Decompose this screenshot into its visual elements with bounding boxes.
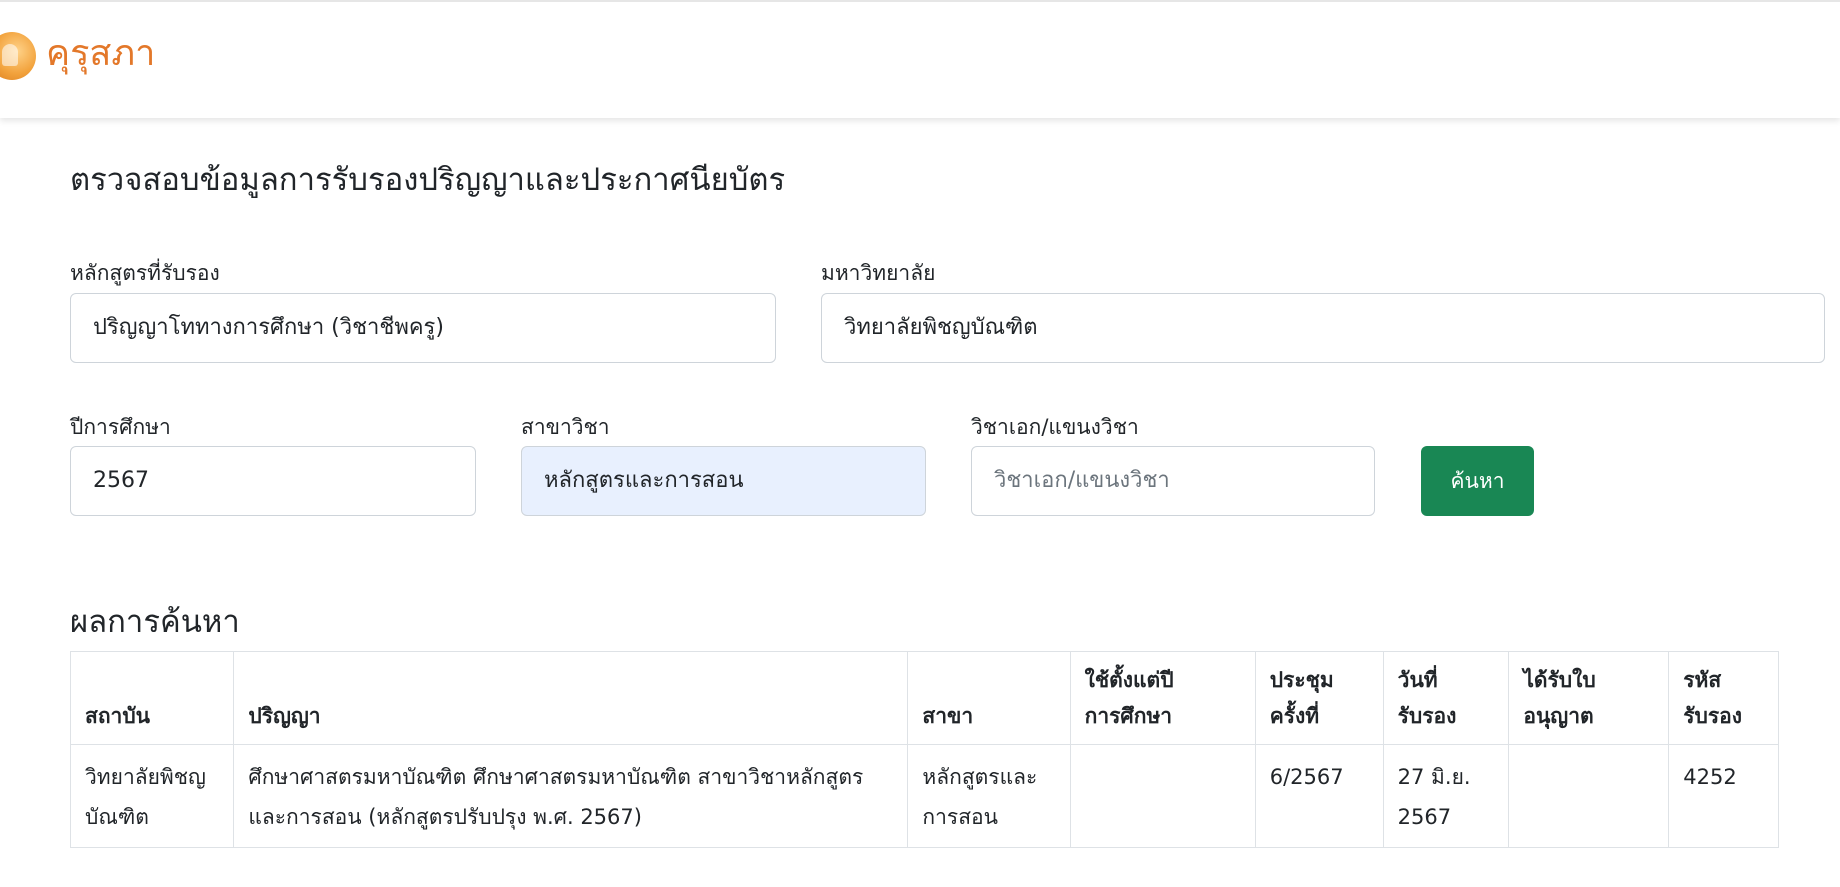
results-title: ผลการค้นหา	[70, 604, 240, 640]
header-license: ได้รับใบ อนุญาต	[1508, 651, 1670, 745]
header-institution: สถาบัน	[69, 651, 235, 745]
cell-institution: วิทยาลัยพิชญบัณฑิต	[69, 744, 235, 848]
course-label: หลักสูตรที่รับรอง	[70, 261, 220, 285]
header-branch: สาขา	[907, 651, 1071, 745]
year-select[interactable]: 2567	[70, 446, 476, 516]
top-navbar: คุรุสภา	[0, 0, 1840, 118]
header-degree: ปริญญา	[233, 651, 909, 745]
header-since-year: ใช้ตั้งแต่ปี การศึกษา	[1069, 651, 1256, 745]
search-button[interactable]: ค้นหา	[1421, 446, 1534, 516]
cell-degree: ศึกษาศาสตรมหาบัณฑิต ศึกษาศาสตรมหาบัณฑิต …	[233, 744, 909, 848]
major-input[interactable]: วิชาเอก/แขนงวิชา	[971, 446, 1375, 516]
cell-code: 4252	[1668, 744, 1779, 848]
branch-input[interactable]: หลักสูตรและการสอน	[521, 446, 926, 516]
header-date: วันที่ รับรอง	[1382, 651, 1510, 745]
table-row: วิทยาลัยพิชญบัณฑิต ศึกษาศาสตรมหาบัณฑิต ศ…	[69, 744, 1779, 848]
university-select[interactable]: วิทยาลัยพิชญบัณฑิต	[821, 293, 1825, 363]
kurusapha-logo-icon[interactable]	[0, 32, 36, 80]
year-label: ปีการศึกษา	[70, 415, 171, 439]
page-title: ตรวจสอบข้อมูลการรับรองปริญญาและประกาศนีย…	[70, 162, 786, 198]
header-meeting: ประชุม ครั้งที่	[1254, 651, 1384, 745]
cell-since-year	[1069, 744, 1256, 848]
university-label: มหาวิทยาลัย	[821, 261, 936, 285]
brand-name[interactable]: คุรุสภา	[46, 30, 155, 78]
cell-meeting: 6/2567	[1254, 744, 1384, 848]
cell-date: 27 มิ.ย. 2567	[1382, 744, 1510, 848]
course-select[interactable]: ปริญญาโททางการศึกษา (วิชาชีพครู)	[70, 293, 776, 363]
results-table: สถาบัน ปริญญา สาขา ใช้ตั้งแต่ปี การศึกษา …	[69, 651, 1779, 848]
cell-branch: หลักสูตรและการสอน	[907, 744, 1071, 848]
table-header-row: สถาบัน ปริญญา สาขา ใช้ตั้งแต่ปี การศึกษา …	[69, 651, 1779, 745]
branch-label: สาขาวิชา	[521, 415, 610, 439]
cell-license	[1508, 744, 1670, 848]
header-code: รหัส รับรอง	[1668, 651, 1779, 745]
major-label: วิชาเอก/แขนงวิชา	[971, 415, 1139, 439]
